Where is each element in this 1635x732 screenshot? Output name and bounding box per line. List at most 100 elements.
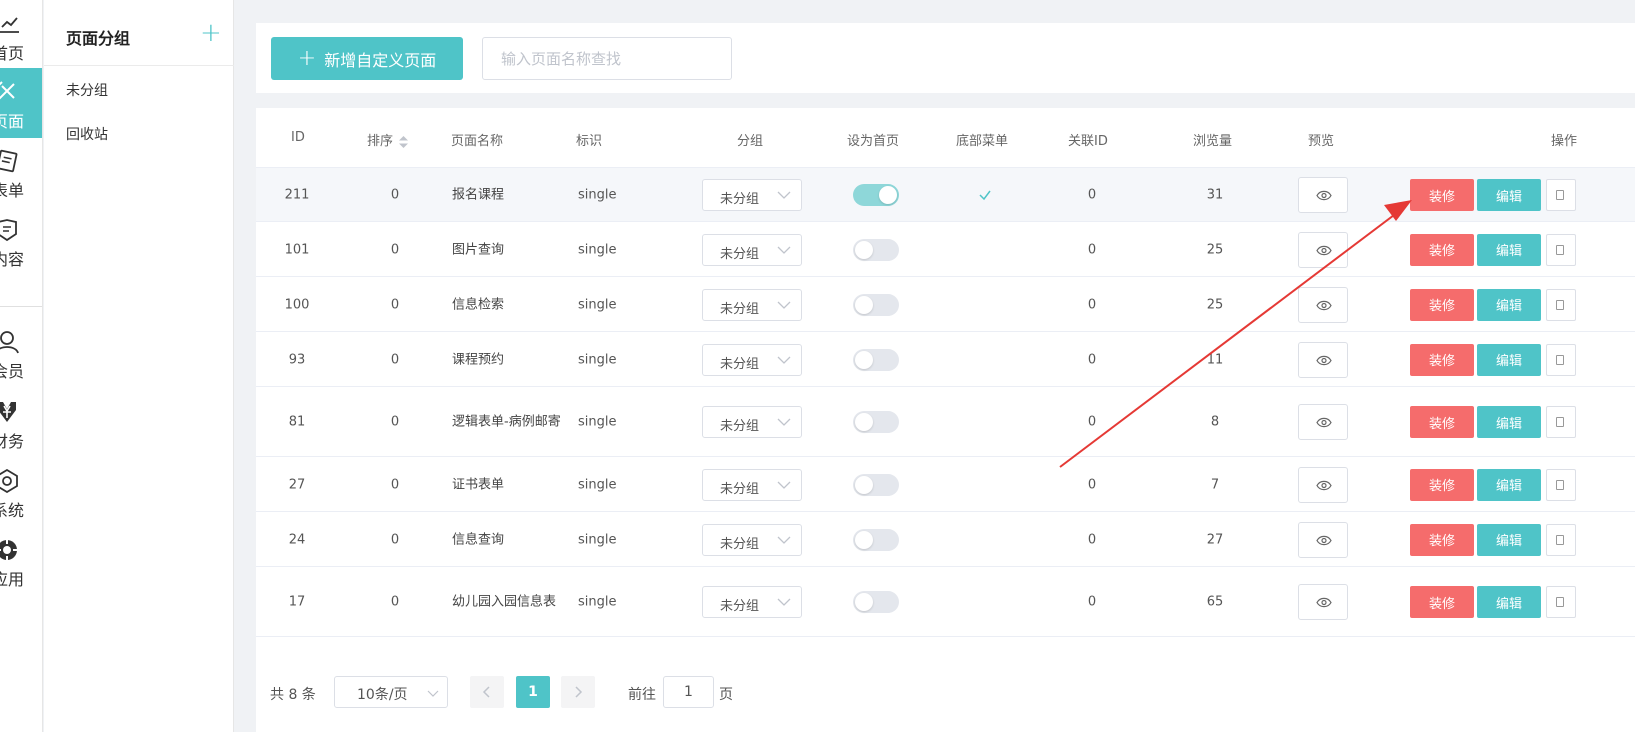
set-home-switch[interactable] [853,293,899,316]
copy-button[interactable] [1546,288,1576,321]
header-group: 分组 [737,134,764,149]
nav-item-0[interactable]: 首页 [0,0,42,70]
cell-relid: 0 [1087,297,1097,312]
decorate-button[interactable]: 装修 [1410,406,1474,438]
goto-page-input[interactable] [663,676,714,708]
eye-icon [1316,417,1332,428]
decorate-button[interactable]: 装修 [1410,233,1474,266]
preview-button[interactable] [1298,521,1348,558]
chevron-down-icon [777,356,791,364]
switch-knob [855,240,873,259]
nav-item-1[interactable]: 页面 [0,68,42,138]
copy-button[interactable] [1546,233,1576,266]
decorate-button[interactable]: 装修 [1410,343,1474,376]
preview-button[interactable] [1298,341,1348,378]
preview-button[interactable] [1298,584,1348,620]
preview-button[interactable] [1298,231,1348,268]
cell-views: 25 [1206,297,1224,312]
edit-button[interactable]: 编辑 [1477,468,1541,501]
page-search-input[interactable] [482,37,732,80]
nav-item-4[interactable]: 会员 [0,318,42,388]
eye-icon [1316,480,1332,490]
decorate-button[interactable]: 装修 [1410,468,1474,501]
nav-item-5[interactable]: 财务 [0,388,42,458]
page-size-select[interactable]: 10条/页 [334,676,448,708]
edit-button[interactable]: 编辑 [1477,523,1541,556]
sort-caret-icon[interactable] [399,135,409,148]
set-home-switch[interactable] [853,528,899,551]
nav-item-6[interactable]: 系统 [0,457,42,527]
preview-button[interactable] [1298,466,1348,503]
group-select[interactable]: 未分组 [702,343,802,376]
switch-knob [855,413,873,431]
cell-sort: 0 [390,297,400,312]
edit-button[interactable]: 编辑 [1477,179,1541,211]
preview-button[interactable] [1298,286,1348,323]
copy-button[interactable] [1546,406,1576,438]
group-select[interactable]: 未分组 [702,523,802,556]
add-group-button[interactable]: + [200,20,222,46]
decorate-button[interactable]: 装修 [1410,179,1474,211]
copy-button[interactable] [1546,343,1576,376]
new-custom-page-button[interactable]: + 新增自定义页面 [271,37,463,80]
cell-sort: 0 [390,414,400,430]
copy-button[interactable] [1546,468,1576,501]
group-select[interactable]: 未分组 [702,406,802,438]
set-home-switch[interactable] [853,238,899,261]
next-page-button[interactable] [561,676,595,708]
edit-button[interactable]: 编辑 [1477,233,1541,266]
decorate-button[interactable]: 装修 [1410,586,1474,618]
chevron-right-icon [575,686,583,698]
set-home-switch[interactable] [853,348,899,371]
header-home: 设为首页 [847,134,900,149]
copy-button[interactable] [1546,179,1576,211]
page-number-current[interactable]: 1 [516,676,550,708]
group-select[interactable]: 未分组 [702,288,802,321]
new-custom-page-label: 新增自定义页面 [324,50,437,70]
set-home-switch[interactable] [853,591,899,613]
cell-views: 25 [1206,242,1224,257]
group-select[interactable]: 未分组 [702,233,802,266]
set-home-switch[interactable] [853,473,899,496]
cell-sort: 0 [390,477,400,492]
set-home-switch[interactable] [853,184,899,206]
eye-icon [1316,535,1332,545]
cell-views: 7 [1210,477,1220,492]
cell-views: 11 [1206,352,1224,367]
cell-relid: 0 [1087,187,1097,203]
prev-page-button[interactable] [470,676,504,708]
nav-item-2[interactable]: 表单 [0,137,42,207]
edit-button[interactable]: 编辑 [1477,406,1541,438]
group-item-ungrouped[interactable]: 未分组 [66,80,108,100]
header-sort[interactable]: 排序 [367,130,409,149]
copy-button[interactable] [1546,523,1576,556]
edit-button[interactable]: 编辑 [1477,288,1541,321]
group-select[interactable]: 未分组 [702,179,802,211]
cell-views: 8 [1210,414,1220,430]
group-item-recycle[interactable]: 回收站 [66,124,108,144]
nav-item-3[interactable]: 内容 [0,206,42,276]
eye-icon [1316,190,1332,201]
nav-item-7[interactable]: 应用 [0,526,42,596]
set-home-switch[interactable] [853,411,899,433]
edit-button[interactable]: 编辑 [1477,343,1541,376]
cell-relid: 0 [1087,477,1097,492]
design-icon [0,81,15,100]
group-select[interactable]: 未分组 [702,468,802,501]
user-icon [0,331,19,354]
edit-button[interactable]: 编辑 [1477,586,1541,618]
eye-icon [1316,300,1332,310]
decorate-button[interactable]: 装修 [1410,288,1474,321]
preview-button[interactable] [1298,177,1348,213]
cell-id: 100 [284,297,310,312]
preview-button[interactable] [1298,404,1348,440]
copy-button[interactable] [1546,586,1576,618]
cell-relid: 0 [1087,242,1097,257]
eye-icon [1316,245,1332,255]
switch-knob [855,530,873,549]
group-select-value: 未分组 [720,481,760,497]
decorate-button[interactable]: 装修 [1410,523,1474,556]
group-select-value: 未分组 [720,246,760,262]
group-select[interactable]: 未分组 [702,586,802,618]
header-relid: 关联ID [1068,134,1108,149]
